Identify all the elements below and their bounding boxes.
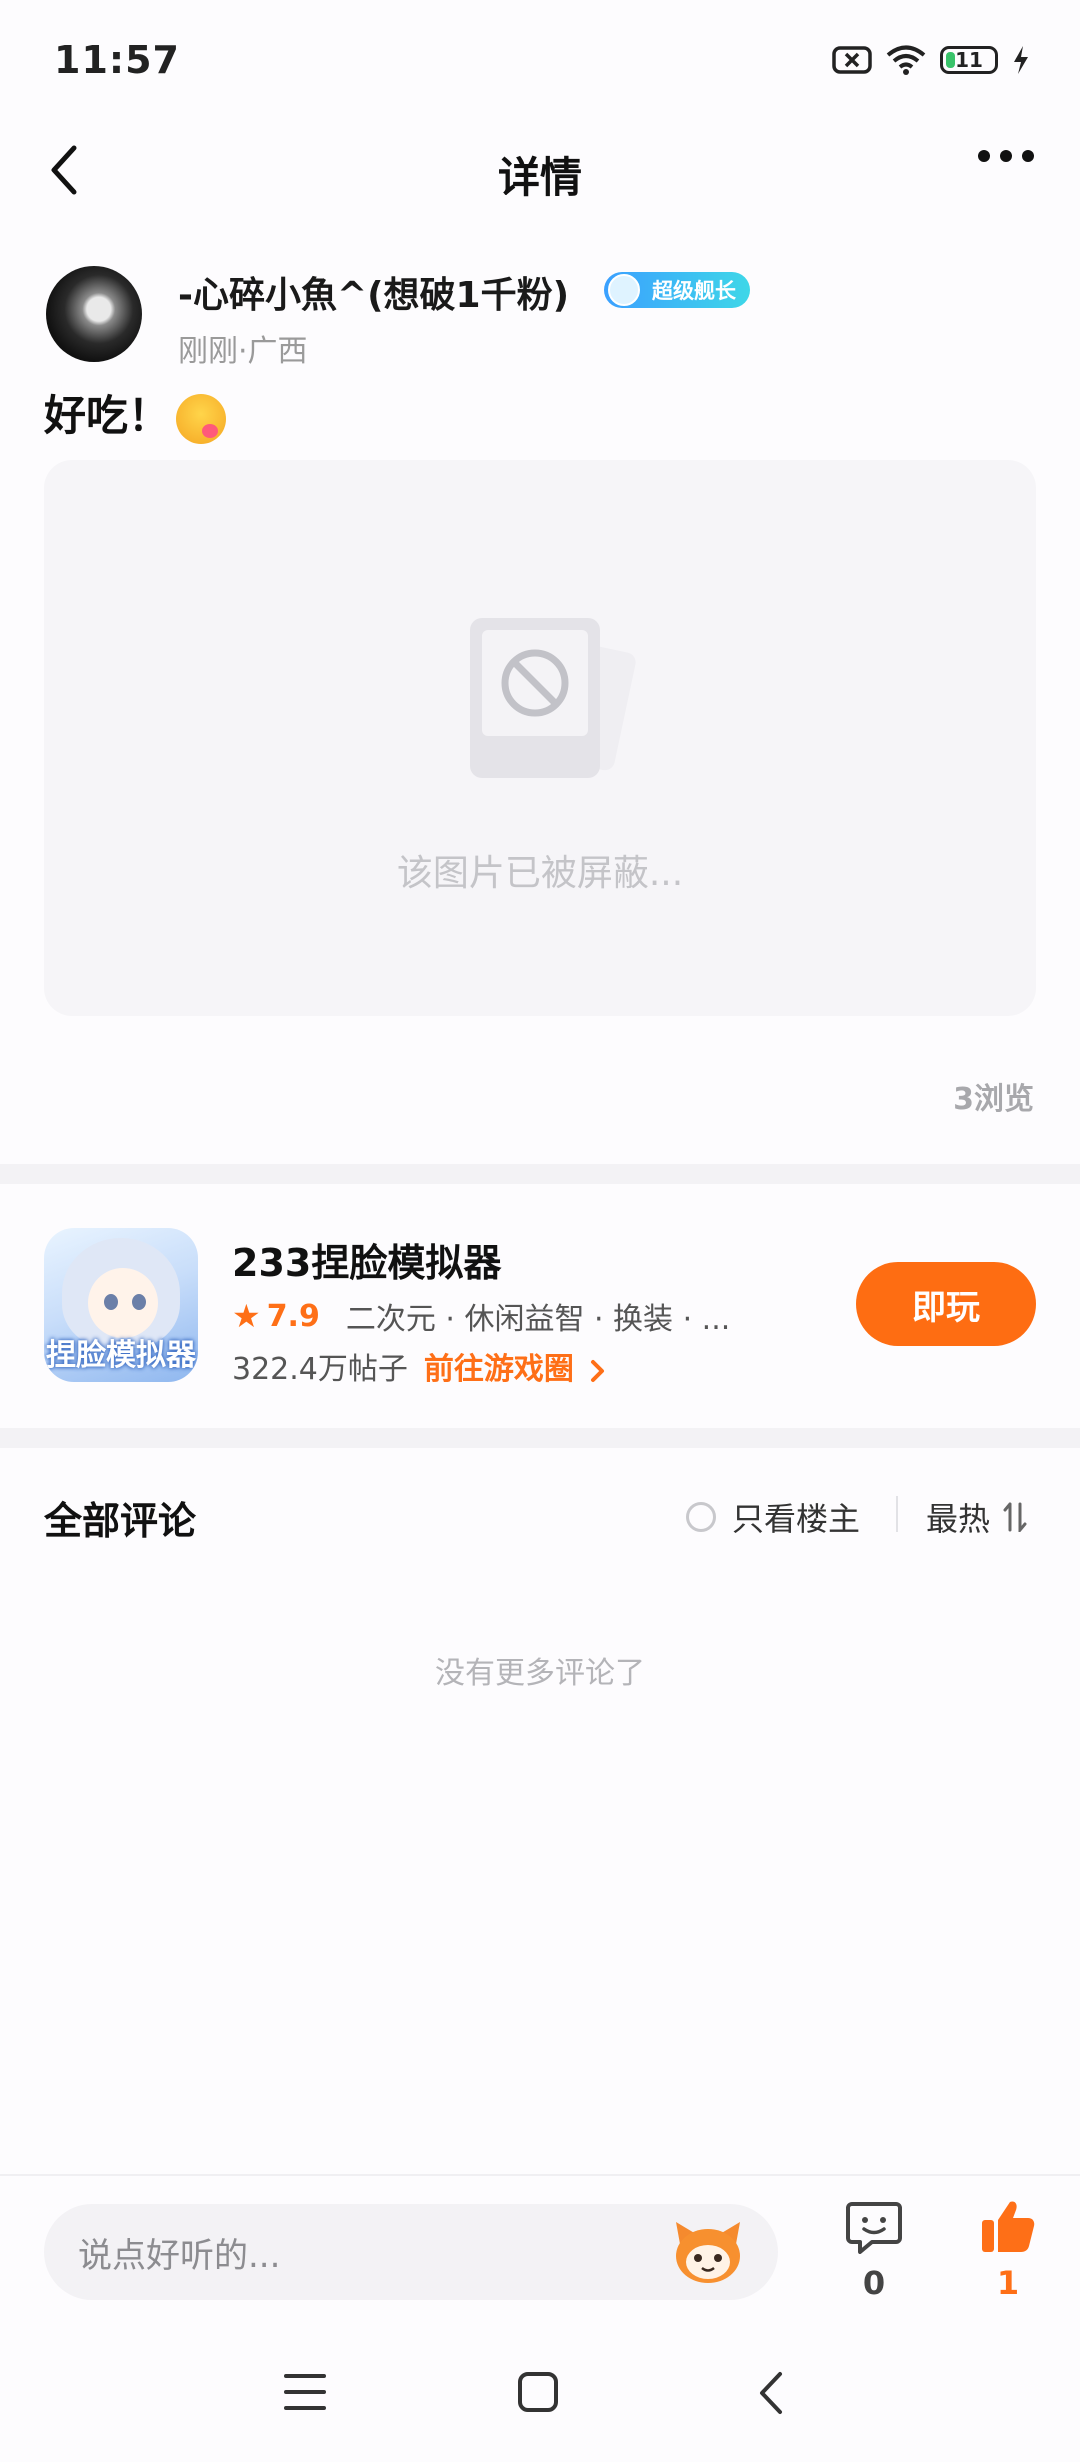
nav-back-icon[interactable] [756, 2370, 786, 2416]
charging-icon [1014, 46, 1028, 74]
comment-count: 0 [862, 2264, 886, 2302]
sim-icon [832, 46, 872, 74]
post-text: 好吃！ [44, 382, 227, 444]
post-meta: 刚刚·广西 [178, 334, 308, 369]
status-time: 11:57 [54, 38, 180, 82]
star-icon: ★ [232, 1297, 261, 1335]
avatar[interactable] [46, 266, 142, 362]
game-icon[interactable]: 捏脸模拟器 [44, 1228, 198, 1382]
more-icon[interactable] [978, 150, 1034, 162]
like-icon[interactable] [980, 2198, 1036, 2254]
comment-icon[interactable] [846, 2200, 902, 2254]
view-count: 3浏览 [953, 1082, 1034, 1117]
go-game-circle-label: 前往游戏圈 [423, 1352, 574, 1387]
mascot-icon[interactable] [672, 2220, 744, 2286]
radio-icon[interactable] [686, 1502, 716, 1532]
game-icon-label: 捏脸模拟器 [46, 1338, 196, 1373]
game-stats: 322.4万帖子 前往游戏圈 [232, 1344, 606, 1388]
comment-input-placeholder: 说点好听的... [78, 2235, 281, 2276]
yum-emoji-icon [176, 393, 227, 444]
nav-home-icon[interactable] [518, 2372, 558, 2412]
play-button[interactable]: 即玩 [856, 1262, 1036, 1346]
go-game-circle-link[interactable]: 前往游戏圈 [424, 1344, 606, 1388]
username[interactable]: -心碎小魚^(想破1千粉) [178, 266, 569, 318]
post-text-content: 好吃！ [44, 391, 171, 440]
sort-label: 最热 [926, 1500, 991, 1538]
badge-label: 超级舰长 [652, 279, 736, 303]
blocked-image-icon [470, 618, 636, 778]
game-name[interactable]: 233捏脸模拟器 [232, 1232, 501, 1287]
sort-hot-button[interactable]: 最热 [926, 1494, 1028, 1540]
nav-menu-icon[interactable] [284, 2374, 326, 2410]
only-owner-toggle[interactable]: 只看楼主 [686, 1494, 860, 1540]
badge-icon [608, 274, 640, 306]
section-divider [0, 1164, 1080, 1184]
comment-input[interactable]: 说点好听的... [44, 2204, 778, 2300]
status-icons: 11 [832, 44, 1030, 76]
chevron-right-icon [591, 1359, 605, 1382]
sort-icon [1003, 1502, 1027, 1532]
comments-title: 全部评论 [44, 1499, 197, 1543]
game-tag-list: 二次元 · 休闲益智 · 换装 · ... [345, 1302, 731, 1337]
member-badge: 超级舰长 [604, 272, 750, 308]
no-more-comments: 没有更多评论了 [435, 1656, 645, 1691]
only-owner-label: 只看楼主 [732, 1500, 861, 1538]
sort-divider [896, 1496, 898, 1532]
section-divider [0, 1428, 1080, 1448]
wifi-icon [886, 45, 926, 75]
battery-level: 11 [955, 48, 983, 72]
game-tags: ★ 7.9 二次元 · 休闲益智 · 换装 · ... [232, 1294, 730, 1338]
like-count: 1 [996, 2264, 1020, 2302]
game-post-count: 322.4万帖子 [232, 1352, 408, 1387]
blocked-image-text: 该图片已被屏蔽... [396, 853, 684, 894]
page-title: 详情 [497, 153, 582, 202]
game-rating: 7.9 [266, 1298, 320, 1334]
battery-icon: 11 [940, 46, 998, 74]
